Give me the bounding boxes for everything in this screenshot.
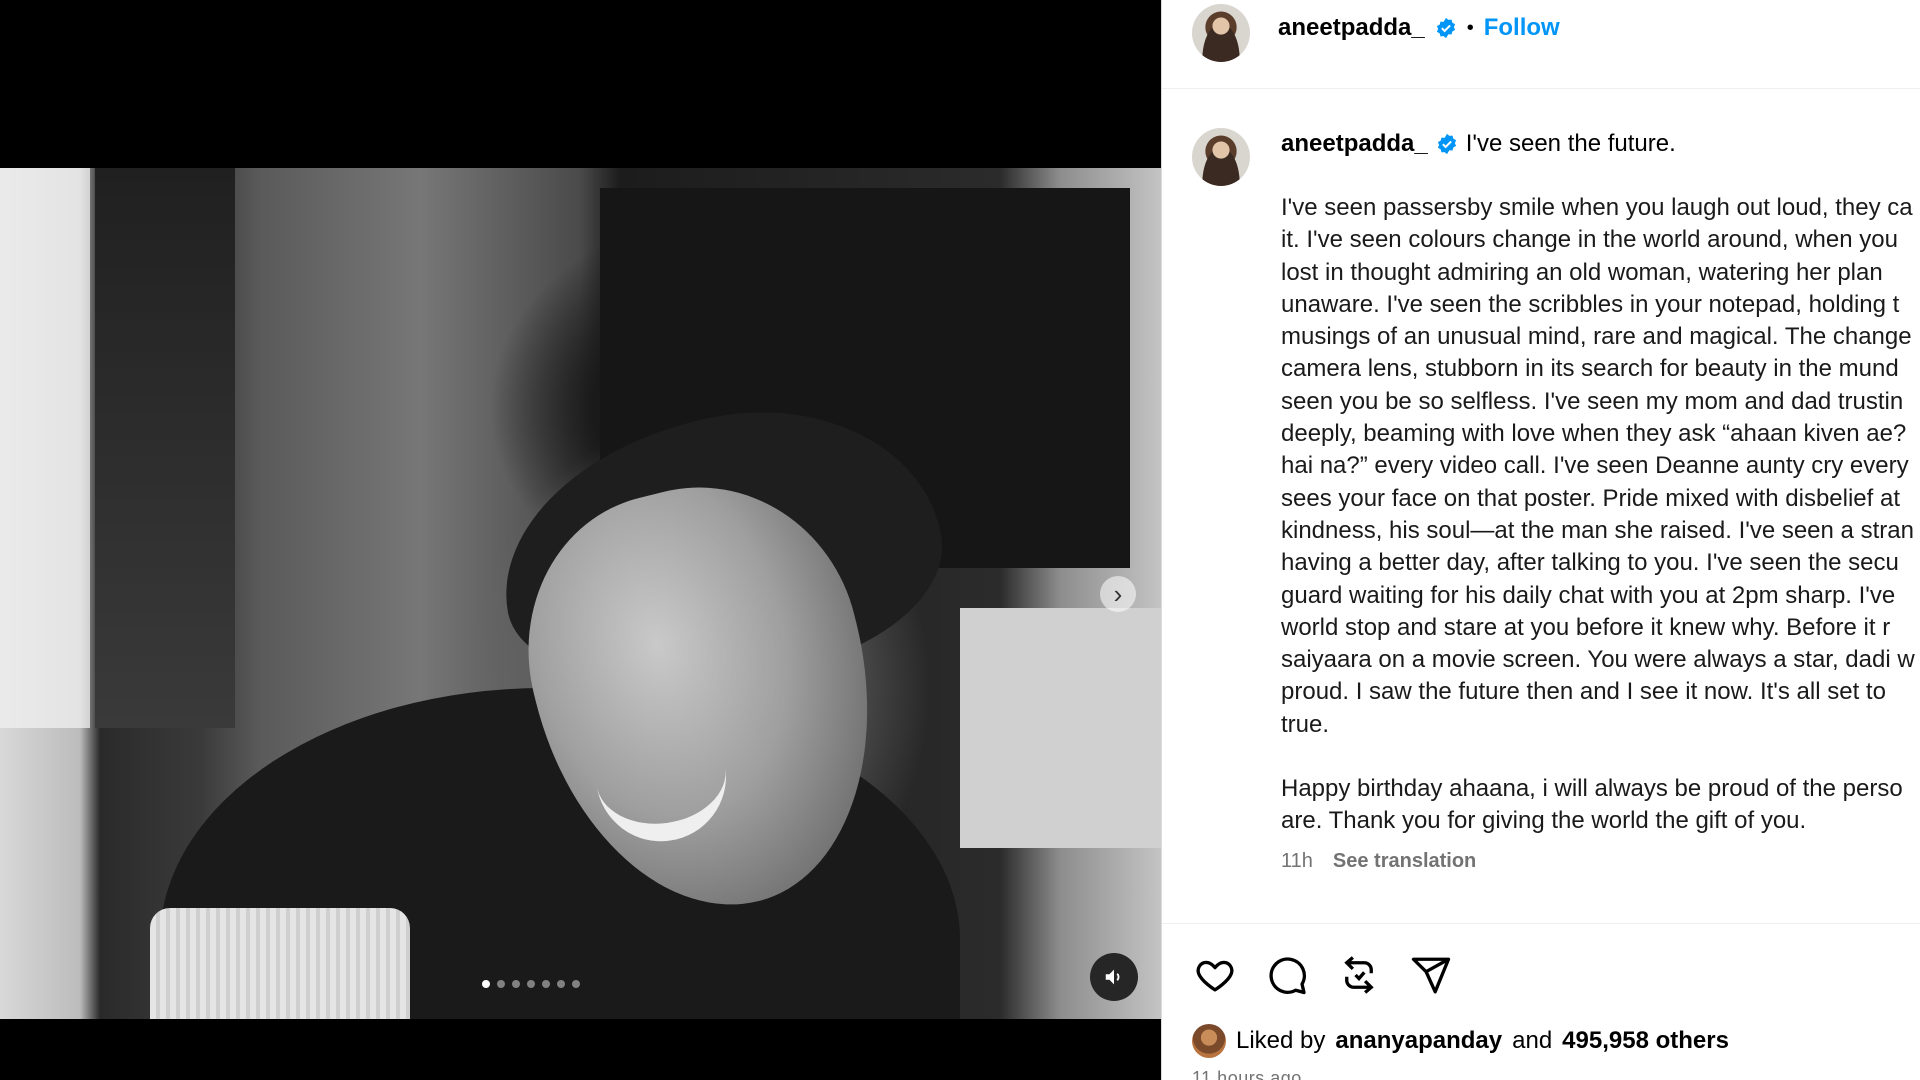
liked-by-conjunction: and xyxy=(1512,1027,1553,1054)
post-time-short[interactable]: 11h xyxy=(1281,850,1313,873)
caption-line: proud. I saw the future then and I see i… xyxy=(1281,678,1886,706)
caption-line: hai na?” every video call. I've seen Dea… xyxy=(1281,452,1909,480)
caption-line: sees your face on that poster. Pride mix… xyxy=(1281,484,1900,512)
caption-meta: 11h See translation xyxy=(1281,850,1476,873)
caption-line: are. Thank you for giving the world the … xyxy=(1281,807,1807,835)
caption-line: true. xyxy=(1281,710,1330,738)
caption-line: saiyaara on a movie screen. You were alw… xyxy=(1281,646,1915,674)
carousel-dot xyxy=(512,980,520,988)
repost-icon xyxy=(1344,956,1374,994)
post-header: aneetpadda_ • Follow xyxy=(1162,0,1920,89)
caption-author-username[interactable]: aneetpadda_ xyxy=(1281,130,1428,158)
header-separator: • xyxy=(1466,16,1474,39)
carousel-indicator xyxy=(482,980,580,988)
caption-area: aneetpadda_ I've seen the future. I've s… xyxy=(1162,100,1920,922)
caption-line: lost in thought admiring an old woman, w… xyxy=(1281,258,1883,286)
share-icon xyxy=(1411,957,1451,994)
action-icon-row xyxy=(1192,952,1454,998)
repost-button[interactable] xyxy=(1336,952,1382,998)
heart-icon xyxy=(1196,960,1234,992)
author-avatar[interactable] xyxy=(1192,4,1250,62)
liker-avatar[interactable] xyxy=(1192,1024,1226,1058)
comment-button[interactable] xyxy=(1264,952,1310,998)
carousel-dot xyxy=(572,980,580,988)
post-actions: Liked by ananyapanday and 495,958 others… xyxy=(1162,923,1920,1080)
verified-badge-icon xyxy=(1437,133,1456,155)
carousel-dot xyxy=(557,980,565,988)
author-username[interactable]: aneetpadda_ xyxy=(1278,14,1425,42)
post-time-ago[interactable]: 11 hours ago xyxy=(1192,1068,1302,1080)
post-side-panel: aneetpadda_ • Follow aneetpadda_ I've se… xyxy=(1161,0,1920,1080)
caption-line: musings of an unusual mind, rare and mag… xyxy=(1281,323,1912,351)
post-photo[interactable]: › xyxy=(0,168,1161,1019)
caption-author-avatar[interactable] xyxy=(1192,128,1250,186)
liker-username[interactable]: ananyapanday xyxy=(1335,1027,1502,1055)
caption-line: kindness, his soul—at the man she raised… xyxy=(1281,516,1914,544)
caption-line: I've seen passersby smile when you laugh… xyxy=(1281,194,1913,221)
chevron-right-icon: › xyxy=(1113,578,1123,609)
window-frame xyxy=(0,168,90,728)
side-table xyxy=(960,608,1161,848)
liked-by-prefix: Liked by xyxy=(1236,1027,1326,1054)
comment-icon xyxy=(1269,957,1306,995)
likes-summary: Liked by ananyapanday and 495,958 others xyxy=(1192,1024,1729,1058)
post-media-pane: › xyxy=(0,0,1161,1080)
caption-line: unaware. I've seen the scribbles in your… xyxy=(1281,290,1900,318)
share-button[interactable] xyxy=(1408,952,1454,998)
caption-line: world stop and stare at you before it kn… xyxy=(1281,613,1891,641)
like-button[interactable] xyxy=(1192,952,1238,998)
audio-toggle-button[interactable] xyxy=(1090,953,1138,1001)
caption-line: seen you be so selfless. I've seen my mo… xyxy=(1281,387,1904,415)
verified-badge-icon xyxy=(1436,17,1455,39)
caption-line: having a better day, after talking to yo… xyxy=(1281,549,1899,577)
carousel-dot xyxy=(527,980,535,988)
speaker-icon xyxy=(1105,969,1120,985)
caption-line: guard waiting for his daily chat with yo… xyxy=(1281,581,1896,609)
caption-line: camera lens, stubborn in its search for … xyxy=(1281,355,1899,383)
caption-line: it. I've seen colours change in the worl… xyxy=(1281,226,1898,254)
caption-line: Happy birthday ahaana, i will always be … xyxy=(1281,775,1903,803)
caption-title: I've seen the future. xyxy=(1465,130,1676,157)
pillow xyxy=(150,908,410,1019)
carousel-dot xyxy=(482,980,490,988)
carousel-dot xyxy=(542,980,550,988)
caption-body: I've seen passersby smile when you laugh… xyxy=(1281,192,1920,838)
carousel-dot xyxy=(497,980,505,988)
carousel-next-button[interactable]: › xyxy=(1100,576,1136,612)
caption-line: deeply, beaming with love when they ask … xyxy=(1281,420,1907,448)
follow-button[interactable]: Follow xyxy=(1484,14,1560,42)
see-translation-button[interactable]: See translation xyxy=(1333,850,1476,873)
likes-count[interactable]: 495,958 others xyxy=(1562,1027,1729,1055)
bookshelf xyxy=(95,168,235,728)
